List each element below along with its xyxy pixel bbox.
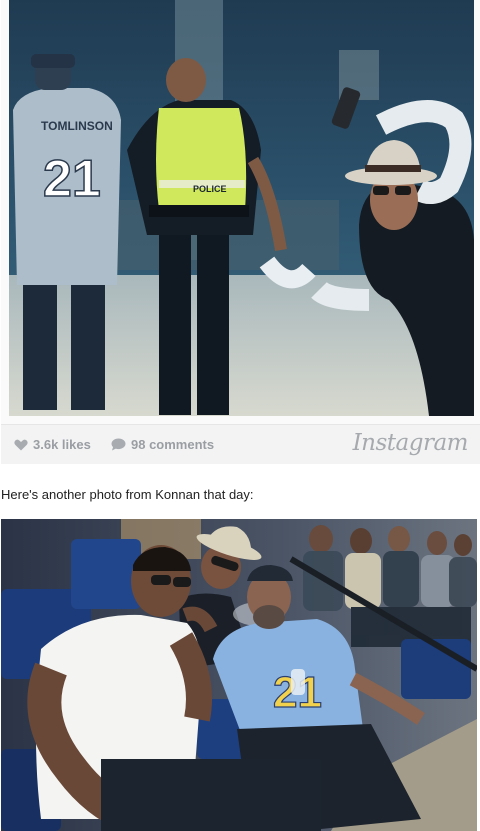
stadium-photo: 21 — [1, 519, 477, 831]
instagram-footer: 3.6k likes 98 comments Instagram — [1, 424, 480, 464]
instagram-embed: TOMLINSON 21 POLICE 3.6k likes 98 commen… — [1, 0, 480, 464]
instagram-photo[interactable]: TOMLINSON 21 POLICE — [9, 0, 474, 416]
article-caption: Here's another photo from Konnan that da… — [1, 487, 254, 502]
comment-bubble-icon — [111, 438, 126, 451]
police-vest-text: POLICE — [193, 184, 227, 194]
jersey-number-text: 21 — [43, 150, 101, 208]
likes-count: 3.6k likes — [33, 437, 91, 452]
instagram-logo[interactable]: Instagram — [353, 430, 469, 456]
photo-stadium-police-scene: TOMLINSON 21 POLICE — [9, 0, 474, 416]
likes-stat[interactable]: 3.6k likes — [14, 437, 91, 452]
comments-count: 98 comments — [131, 437, 215, 452]
comments-stat[interactable]: 98 comments — [111, 437, 214, 452]
heart-icon — [14, 439, 28, 450]
jersey-name-text: TOMLINSON — [41, 119, 113, 133]
page: TOMLINSON 21 POLICE 3.6k likes 98 commen… — [0, 0, 480, 831]
photo-stadium-seats-group: 21 — [1, 519, 477, 831]
